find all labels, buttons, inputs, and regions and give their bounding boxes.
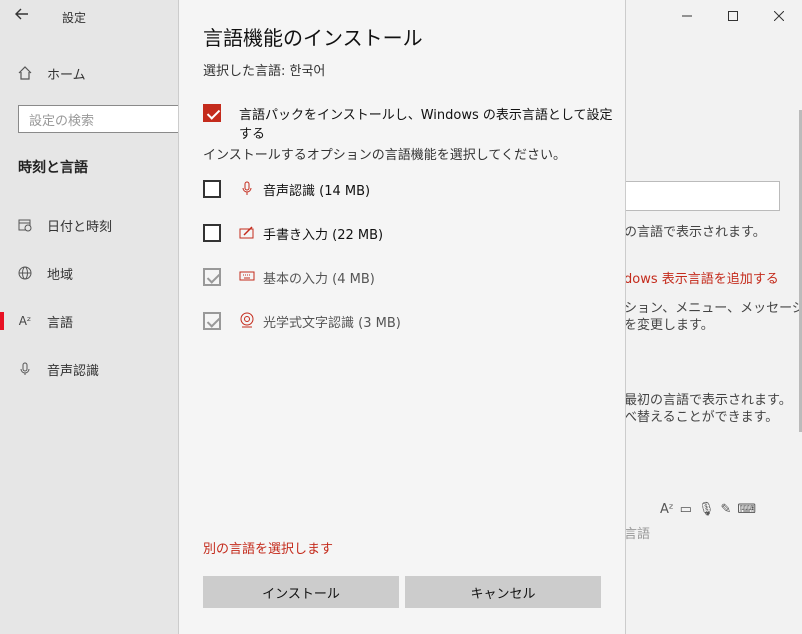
sidebar-item-language[interactable]: Aᶻ 言語	[0, 306, 200, 336]
microphone-icon	[17, 361, 33, 377]
language-feature-icons: Aᶻ ▭ 🎙︎ ✎ ⌨	[660, 502, 756, 517]
sidebar: 設定 ホーム 設定の検索 時刻と言語 日付と時刻 地域 Aᶻ 言語 音声認識	[0, 0, 200, 634]
keyboard-icon	[239, 268, 255, 284]
search-input[interactable]: 設定の検索	[18, 105, 182, 133]
basic-typing-checkbox[interactable]	[203, 268, 221, 286]
sidebar-item-date-time[interactable]: 日付と時刻	[0, 210, 200, 240]
ocr-checkbox[interactable]	[203, 312, 221, 330]
install-button[interactable]: インストール	[203, 576, 399, 608]
home-icon	[17, 65, 33, 81]
sidebar-item-label: 地域	[47, 267, 74, 283]
install-language-features-dialog: 言語機能のインストール 選択した言語: 한국어 言語パックをインストールし、Wi…	[178, 0, 626, 634]
language-icon: Aᶻ	[18, 314, 32, 328]
window-title: 設定	[62, 11, 87, 25]
background-text: を変更します。	[624, 318, 714, 333]
keyboard-icon: ⌨	[737, 502, 757, 517]
background-text: べ替えることができます。	[624, 410, 779, 425]
add-display-language-link: dows 表示言語を追加する	[624, 272, 779, 287]
ocr-label: 光学式文字認識 (3 MB)	[263, 316, 401, 331]
microphone-icon: 🎙︎	[697, 502, 715, 517]
display-icon: ▭	[679, 502, 692, 517]
sidebar-item-home[interactable]: ホーム	[0, 58, 200, 88]
sidebar-item-region[interactable]: 地域	[0, 258, 200, 288]
globe-icon	[17, 265, 33, 281]
ocr-icon	[239, 312, 255, 328]
selected-language-label: 選択した言語: 한국어	[203, 64, 326, 79]
dialog-title: 言語機能のインストール	[203, 26, 423, 50]
language-icon: Aᶻ	[660, 502, 674, 517]
handwriting-label: 手書き入力 (22 MB)	[263, 228, 384, 243]
calendar-clock-icon	[17, 217, 33, 233]
install-language-pack-checkbox[interactable]	[203, 104, 221, 122]
background-text: の言語で表示されます。	[624, 225, 766, 240]
install-language-pack-label: 言語パックをインストールし、Windows の表示言語として設定する	[239, 108, 613, 142]
handwriting-checkbox[interactable]	[203, 224, 221, 242]
instructions-text: インストールするオプションの言語機能を選択してください。	[203, 148, 566, 163]
handwriting-icon: ✎	[720, 502, 732, 517]
choose-another-language-link[interactable]: 別の言語を選択します	[203, 538, 333, 557]
sidebar-item-label: 言語	[47, 315, 74, 331]
sidebar-item-speech[interactable]: 音声認識	[0, 354, 200, 384]
sidebar-item-label: ホーム	[47, 67, 86, 83]
back-arrow-icon	[15, 8, 28, 20]
speech-recognition-checkbox[interactable]	[203, 180, 221, 198]
sidebar-item-label: 日付と時刻	[47, 219, 113, 235]
microphone-icon	[239, 180, 255, 196]
section-title: 時刻と言語	[18, 160, 88, 176]
speech-recognition-label: 音声認識 (14 MB)	[263, 184, 371, 199]
back-button[interactable]	[14, 6, 36, 28]
background-dropdown	[624, 181, 780, 211]
sidebar-item-label: 音声認識	[47, 363, 100, 379]
handwriting-icon	[239, 224, 255, 240]
basic-typing-label: 基本の入力 (4 MB)	[263, 272, 375, 287]
cancel-button[interactable]: キャンセル	[405, 576, 601, 608]
background-content: の言語で表示されます。 dows 表示言語を追加する ション、メニュー、メッセー…	[624, 0, 802, 634]
background-text: 言語	[624, 527, 651, 542]
